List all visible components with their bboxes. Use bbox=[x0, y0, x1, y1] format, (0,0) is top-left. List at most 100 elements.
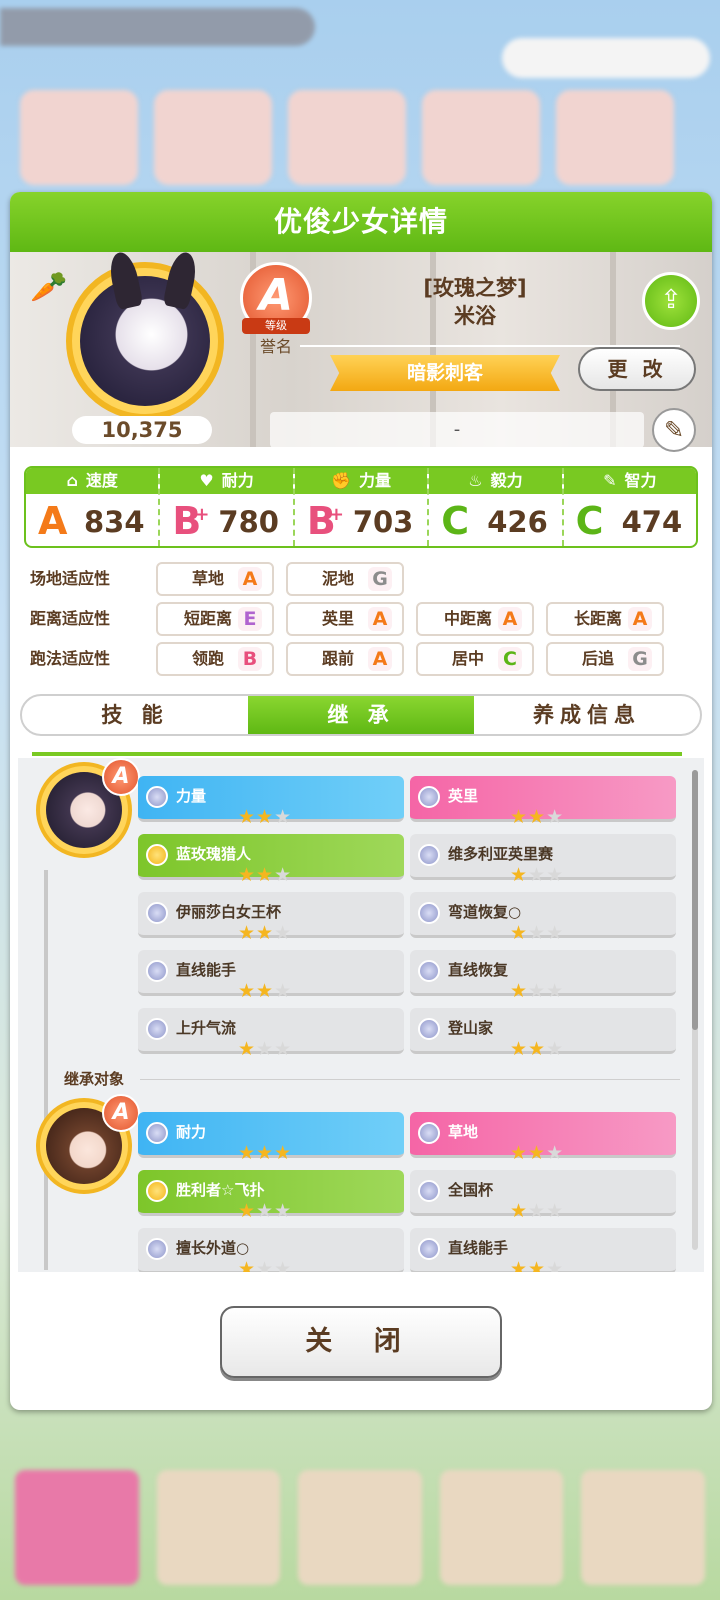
inheritance-factor[interactable]: 蓝玫瑰猎人 ★★★ bbox=[138, 834, 404, 886]
stat-label: 力量 bbox=[358, 471, 391, 490]
factor-dot-icon bbox=[146, 902, 168, 924]
stat-icon: ✊ bbox=[331, 471, 351, 490]
stat-grade: A bbox=[38, 498, 67, 544]
inheritance-factor[interactable]: 擅长外道○ ★★★ bbox=[138, 1228, 404, 1272]
star-icon: ★ bbox=[510, 864, 529, 886]
inheritance-factor[interactable]: 伊丽莎白女王杯 ★★★ bbox=[138, 892, 404, 944]
tab-training-info[interactable]: 养成信息 bbox=[474, 696, 700, 734]
inheritance-factor[interactable]: 登山家 ★★★ bbox=[410, 1008, 676, 1060]
star-icon: ★ bbox=[256, 922, 275, 944]
star-icon: ★ bbox=[238, 1200, 257, 1222]
inheritance-factor[interactable]: 英里 ★★★ bbox=[410, 776, 676, 828]
stat-label: 速度 bbox=[85, 471, 118, 490]
tab-inheritance[interactable]: 继 承 bbox=[248, 696, 474, 734]
factor-dot-icon bbox=[418, 902, 440, 924]
stat-grade: C bbox=[576, 498, 604, 544]
aptitude-grade: C bbox=[498, 647, 522, 671]
stat-header: ♥ 耐力 bbox=[160, 468, 293, 494]
aptitude-name: 短距离 bbox=[183, 609, 232, 628]
character-ears bbox=[106, 249, 212, 312]
aptitude-grade: A bbox=[368, 607, 392, 631]
stat-label: 智力 bbox=[624, 471, 657, 490]
inheritance-factor[interactable]: 直线恢复 ★★★ bbox=[410, 950, 676, 1002]
background-top-button bbox=[502, 38, 710, 78]
star-icon: ★ bbox=[510, 1142, 529, 1164]
factor-stars: ★★★ bbox=[510, 980, 564, 1002]
factor-dot-icon bbox=[418, 1180, 440, 1202]
factor-name: 上升气流 bbox=[176, 1019, 237, 1037]
star-icon: ★ bbox=[528, 864, 547, 886]
share-button[interactable]: ⇪ bbox=[642, 272, 700, 330]
factor-name: 力量 bbox=[176, 787, 207, 805]
factor-stars: ★★★ bbox=[238, 1200, 292, 1222]
change-title-button[interactable]: 更 改 bbox=[578, 347, 696, 391]
star-icon: ★ bbox=[238, 806, 257, 828]
inheritance-factor[interactable]: 直线能手 ★★★ bbox=[138, 950, 404, 1002]
inheritance-factor[interactable]: 全国杯 ★★★ bbox=[410, 1170, 676, 1222]
inheritance-factor[interactable]: 弯道恢复○ ★★★ bbox=[410, 892, 676, 944]
inheritance-factor[interactable]: 草地 ★★★ bbox=[410, 1112, 676, 1164]
aptitude-label: 跑法适应性 bbox=[30, 649, 111, 668]
inheritance-divider bbox=[140, 1079, 680, 1080]
stat-grade: C bbox=[441, 498, 469, 544]
star-icon: ★ bbox=[546, 980, 565, 1002]
factor-dot-icon bbox=[418, 1018, 440, 1040]
star-icon: ★ bbox=[256, 806, 275, 828]
edit-comment-button[interactable]: ✎ bbox=[652, 408, 696, 452]
star-icon: ★ bbox=[274, 1038, 293, 1060]
inheritance-factor[interactable]: 直线能手 ★★★ bbox=[410, 1228, 676, 1272]
factor-stars: ★★★ bbox=[238, 1142, 292, 1164]
inheritance-factor[interactable]: 胜利者☆飞扑 ★★★ bbox=[138, 1170, 404, 1222]
stat-header: ♨ 毅力 bbox=[429, 468, 562, 494]
star-icon: ★ bbox=[238, 864, 257, 886]
star-icon: ★ bbox=[238, 1258, 257, 1272]
star-icon: ★ bbox=[510, 1038, 529, 1060]
inheritance-scrollbar-thumb[interactable] bbox=[692, 770, 698, 1030]
stat-header: ✎ 智力 bbox=[563, 468, 696, 494]
factor-stars: ★★★ bbox=[238, 980, 292, 1002]
star-icon: ★ bbox=[528, 806, 547, 828]
aptitude-name: 后追 bbox=[581, 649, 614, 668]
star-icon: ★ bbox=[546, 806, 565, 828]
star-icon: ★ bbox=[256, 1038, 275, 1060]
factor-dot-icon bbox=[146, 844, 168, 866]
factor-stars: ★★★ bbox=[510, 1142, 564, 1164]
factor-name: 耐力 bbox=[176, 1123, 207, 1141]
stat-grade-letter: C bbox=[575, 499, 604, 543]
stat-value: 780 bbox=[218, 505, 279, 539]
factor-dot-icon bbox=[418, 1238, 440, 1260]
star-icon: ★ bbox=[256, 1200, 275, 1222]
stat-grade-plus: + bbox=[328, 504, 344, 525]
aptitude-grade: A bbox=[368, 647, 392, 671]
factor-dot-icon bbox=[418, 844, 440, 866]
inheritance-factor[interactable]: 维多利亚英里赛 ★★★ bbox=[410, 834, 676, 886]
star-icon: ★ bbox=[510, 922, 529, 944]
close-button[interactable]: 关 闭 bbox=[220, 1306, 502, 1378]
stat-icon: ✎ bbox=[603, 471, 617, 490]
star-icon: ★ bbox=[238, 980, 257, 1002]
star-icon: ★ bbox=[256, 1142, 275, 1164]
tab-underline bbox=[32, 752, 682, 756]
style-aptitude-row: 跑法适应性 领跑 B 跟前 A 居中 C 后追 G bbox=[30, 642, 710, 676]
inheritance-target-label: 继承对象 bbox=[64, 1070, 125, 1088]
aptitude-name: 长距离 bbox=[573, 609, 622, 628]
inheritance-factor[interactable]: 力量 ★★★ bbox=[138, 776, 404, 828]
aptitude-name: 领跑 bbox=[191, 649, 224, 668]
factor-stars: ★★★ bbox=[510, 1258, 564, 1272]
aptitude-grade: G bbox=[628, 647, 652, 671]
star-icon: ★ bbox=[546, 1200, 565, 1222]
stat-value: 834 bbox=[84, 505, 145, 539]
pencil-icon: ✎ bbox=[663, 416, 685, 444]
aptitude-item: 后追 G bbox=[546, 642, 664, 676]
factor-stars: ★★★ bbox=[238, 864, 292, 886]
stats-panel: ⌂ 速度 A 834 ♥ 耐力 B +780 ✊ 力量 B +703 ♨ 毅力 C 426 ✎ 智力 C 474 bbox=[24, 466, 698, 548]
factor-dot-icon bbox=[146, 1122, 168, 1144]
inheritance-factor[interactable]: 上升气流 ★★★ bbox=[138, 1008, 404, 1060]
inheritance-factor[interactable]: 耐力 ★★★ bbox=[138, 1112, 404, 1164]
rank-tag: 等级 bbox=[242, 318, 310, 334]
factor-dot-icon bbox=[146, 960, 168, 982]
tab-skills[interactable]: 技 能 bbox=[22, 696, 248, 734]
aptitude-name: 中距离 bbox=[443, 609, 492, 628]
aptitude-item: 居中 C bbox=[416, 642, 534, 676]
star-icon: ★ bbox=[546, 922, 565, 944]
